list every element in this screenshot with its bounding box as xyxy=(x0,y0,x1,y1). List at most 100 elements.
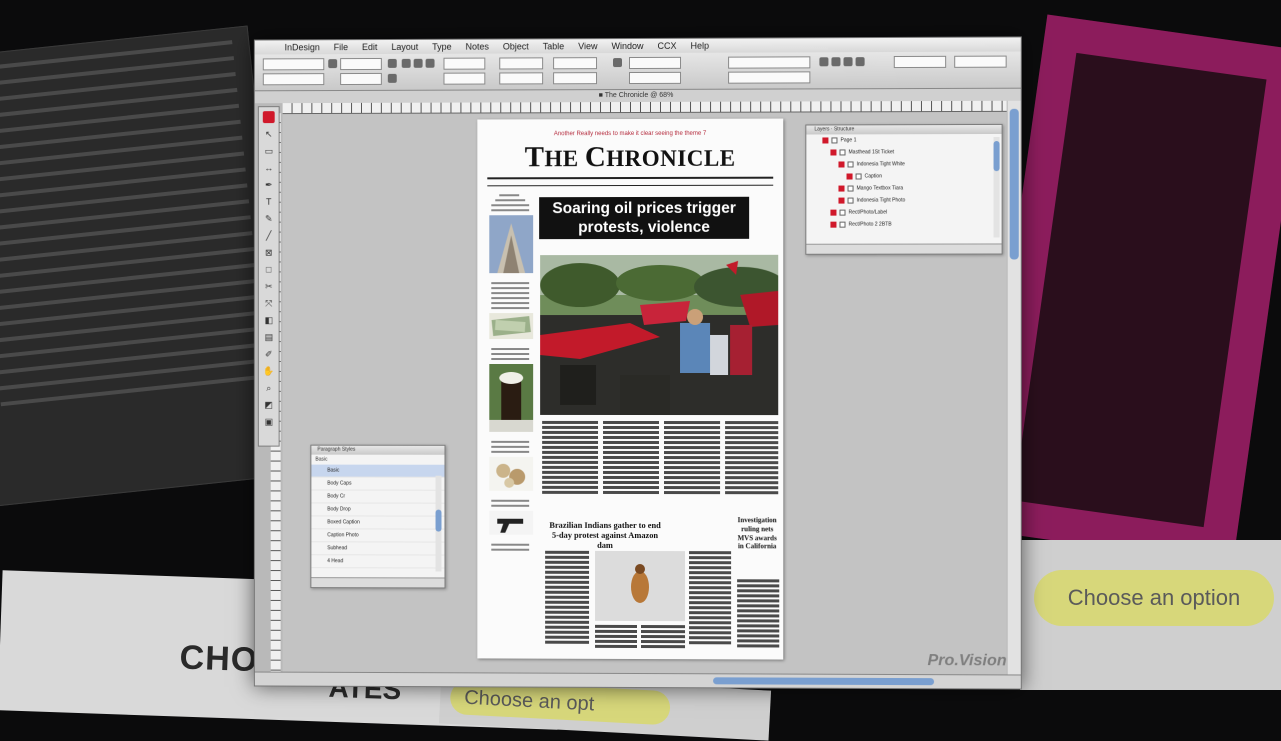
selection-tool-icon[interactable] xyxy=(262,111,275,124)
layer-row[interactable]: Page 1 xyxy=(806,134,1001,147)
line-tool-icon[interactable]: ╱ xyxy=(263,230,275,242)
dictionary-dropdown[interactable] xyxy=(728,71,811,84)
gap-tool-icon[interactable]: ↔ xyxy=(263,162,275,174)
menu-item-window[interactable]: Window xyxy=(612,39,644,53)
menu-item-type[interactable]: Type xyxy=(432,40,451,54)
grid-align-icon[interactable] xyxy=(843,57,853,67)
tracking-icon xyxy=(387,58,397,68)
align-left-icon[interactable] xyxy=(401,58,411,68)
menu-item-indesign[interactable]: InDesign xyxy=(285,40,320,54)
menu-item-file[interactable]: File xyxy=(334,40,348,54)
horizontal-scrollbar[interactable] xyxy=(713,677,935,686)
drop-cap-icon[interactable] xyxy=(613,58,623,68)
layer-row[interactable]: Rect/Photo 2 2BTB xyxy=(806,218,1001,230)
bullets-icon[interactable] xyxy=(819,57,829,67)
font-family-field[interactable] xyxy=(262,58,325,71)
page-kicker: Another Really needs to make it clear se… xyxy=(553,130,707,138)
tools-panel: ↖ ▭ ↔ ✒ T ✎ ╱ ⊠ □ ✂ ⤧ ◧ ▤ ✐ ✋ ⌕ ◩ ▣ xyxy=(257,106,280,447)
layers-list: Page 1 Masthead 1St Ticket Indonesia Tight… xyxy=(806,134,1001,231)
layer-color-swatch xyxy=(830,209,837,216)
paragraph-styles-panel[interactable]: Paragraph Styles Basic Basic Body Caps Bod… xyxy=(310,444,446,589)
lead-photo[interactable] xyxy=(540,254,779,416)
layer-frame-icon xyxy=(839,149,846,156)
scissors-tool-icon[interactable]: ✂ xyxy=(263,280,275,292)
numbers-icon[interactable] xyxy=(831,57,841,67)
space-field[interactable] xyxy=(499,72,544,85)
layer-color-swatch xyxy=(838,197,845,204)
layer-row[interactable]: Mango Textbox Tiara xyxy=(806,182,1001,194)
menu-item-notes[interactable]: Notes xyxy=(465,40,488,54)
font-size-field[interactable] xyxy=(340,57,382,71)
language-field[interactable] xyxy=(629,71,682,85)
hand-tool-icon[interactable]: ✋ xyxy=(263,365,275,377)
preview-mode-icon[interactable]: ▣ xyxy=(263,416,275,428)
skew-field[interactable] xyxy=(553,57,598,70)
layer-row[interactable]: Masthead 1St Ticket xyxy=(806,146,1001,159)
paragraph-style-item[interactable]: Caption Photo xyxy=(311,529,445,543)
zoom-tool-icon[interactable]: ⌕ xyxy=(263,382,275,394)
font-style-field[interactable] xyxy=(262,73,325,86)
menu-item-object[interactable]: Object xyxy=(503,39,529,53)
note-tool-icon[interactable]: ▤ xyxy=(263,331,275,343)
choose-option-button[interactable]: Choose an option xyxy=(1034,570,1274,626)
paragraph-style-item[interactable]: Boxed Caption xyxy=(311,516,445,530)
indent-field[interactable] xyxy=(499,57,544,70)
story3-headline[interactable]: Investigation ruling nets MVS awards in … xyxy=(735,516,779,551)
leading-field[interactable] xyxy=(340,72,382,86)
layer-frame-icon xyxy=(831,137,838,144)
rectangle-tool-icon[interactable]: □ xyxy=(263,263,275,275)
color-field[interactable] xyxy=(553,72,598,85)
menu-item-ccx[interactable]: CCX xyxy=(658,39,677,53)
page-tool-icon[interactable]: ▭ xyxy=(263,145,275,157)
columns-icon[interactable] xyxy=(855,57,865,67)
paragraph-styles-scrollbar[interactable] xyxy=(435,475,442,572)
align-right-icon[interactable] xyxy=(425,58,435,68)
menu-item-view[interactable]: View xyxy=(578,39,597,53)
pen-tool-icon[interactable]: ✒ xyxy=(263,179,275,191)
style-dropdown[interactable] xyxy=(728,56,811,69)
gradient-tool-icon[interactable]: ◧ xyxy=(263,314,275,326)
scale-field[interactable] xyxy=(443,57,486,70)
masthead-hronicle: HRONICLE xyxy=(606,145,736,172)
paragraph-style-item[interactable]: 4 Head xyxy=(311,555,445,569)
layers-scrollbar[interactable] xyxy=(993,136,1000,238)
story-column-4 xyxy=(725,421,779,496)
paragraph-style-item[interactable]: Body Caps xyxy=(311,477,445,491)
fill-stroke-icon[interactable]: ◩ xyxy=(263,399,275,411)
menu-item-help[interactable]: Help xyxy=(691,39,710,53)
layer-row[interactable]: Rect/Photo/Label xyxy=(806,206,1001,218)
layers-panel[interactable]: Layers · Structure Page 1 Masthead 1St Ti… xyxy=(805,123,1003,255)
eyedropper-tool-icon[interactable]: ✐ xyxy=(263,348,275,360)
columns-field[interactable] xyxy=(893,55,947,69)
paragraph-style-field[interactable] xyxy=(629,56,682,70)
menu-item-edit[interactable]: Edit xyxy=(362,40,377,54)
story2-headline[interactable]: Brazilian Indians gather to end 5-day pr… xyxy=(545,521,665,551)
layer-row[interactable]: Caption xyxy=(806,170,1001,182)
paragraph-style-item[interactable]: Basic xyxy=(311,464,445,478)
lead-headline[interactable]: Soaring oil prices trigger protests, vio… xyxy=(539,196,750,240)
story2-column-3 xyxy=(640,625,686,650)
layer-row[interactable]: Indonesia Tight Photo xyxy=(806,194,1001,206)
menu-item-table[interactable]: Table xyxy=(543,39,564,53)
layer-row[interactable]: Indonesia Tight White xyxy=(806,158,1001,171)
story3-column xyxy=(737,579,780,649)
paragraph-style-current: Basic xyxy=(315,456,328,463)
type-tool-icon[interactable]: T xyxy=(263,196,275,208)
menu-item-layout[interactable]: Layout xyxy=(391,40,418,54)
pencil-tool-icon[interactable]: ✎ xyxy=(263,213,275,225)
story2-photo[interactable] xyxy=(595,550,686,622)
frame-tool-icon[interactable]: ⊠ xyxy=(263,247,275,259)
hyphenate-field[interactable] xyxy=(954,55,1007,68)
newspaper-page[interactable]: Another Really needs to make it clear se… xyxy=(477,118,784,660)
paragraph-style-item[interactable]: Subhead xyxy=(311,542,445,556)
baseline-field[interactable] xyxy=(443,72,486,85)
paragraph-style-item[interactable]: Body Drop xyxy=(311,503,445,517)
vertical-scrollbar[interactable] xyxy=(1007,100,1021,675)
paragraph-styles-tab[interactable]: Paragraph Styles xyxy=(311,445,445,455)
transform-tool-icon[interactable]: ⤧ xyxy=(263,297,275,309)
layer-color-swatch xyxy=(822,137,829,144)
paragraph-style-item[interactable]: Body Cr xyxy=(311,490,445,504)
direct-selection-icon[interactable]: ↖ xyxy=(263,128,275,140)
align-center-icon[interactable] xyxy=(413,58,423,68)
layer-color-swatch xyxy=(838,161,845,168)
